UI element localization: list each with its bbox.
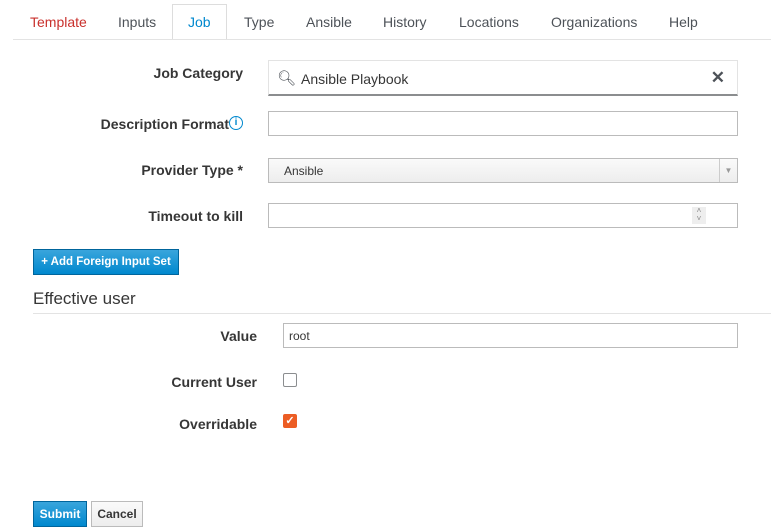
tab-organizations[interactable]: Organizations	[551, 5, 637, 39]
tab-ansible[interactable]: Ansible	[306, 5, 352, 39]
effective-user-value-input[interactable]: root	[283, 323, 738, 348]
timeout-label: Timeout to kill	[148, 208, 243, 224]
add-foreign-input-set-button[interactable]: + Add Foreign Input Set	[33, 249, 179, 275]
spinner-icon[interactable]: ˄ ˅	[692, 207, 706, 224]
tab-locations[interactable]: Locations	[459, 5, 519, 39]
tab-divider	[13, 39, 771, 40]
provider-type-select[interactable]: Ansible ▼	[268, 158, 738, 183]
provider-type-value: Ansible	[284, 164, 324, 178]
tab-help[interactable]: Help	[669, 5, 698, 39]
cancel-button[interactable]: Cancel	[91, 501, 143, 527]
submit-button[interactable]: Submit	[33, 501, 87, 527]
job-category-select[interactable]: 🔍︎ Ansible Playbook ✕	[268, 60, 738, 96]
timeout-input[interactable]: ˄ ˅	[268, 203, 738, 228]
job-category-label: Job Category	[153, 65, 243, 81]
effective-user-value: root	[289, 329, 310, 343]
overridable-label: Overridable	[179, 416, 257, 432]
tab-inputs[interactable]: Inputs	[118, 5, 156, 39]
chevron-down-icon: ▼	[719, 159, 737, 182]
tab-template[interactable]: Template	[30, 5, 87, 39]
description-format-label: Description Format	[100, 116, 229, 132]
current-user-label: Current User	[171, 374, 257, 390]
checkmark-icon: ✓	[285, 415, 295, 427]
current-user-checkbox[interactable]	[283, 373, 297, 387]
effective-user-heading: Effective user	[33, 289, 136, 308]
tab-history[interactable]: History	[383, 5, 427, 39]
provider-type-label: Provider Type *	[141, 162, 243, 178]
tab-type[interactable]: Type	[244, 5, 274, 39]
tab-job[interactable]: Job	[172, 4, 227, 40]
job-category-value: Ansible Playbook	[301, 71, 409, 87]
clear-icon[interactable]: ✕	[711, 68, 725, 88]
search-icon: 🔍︎	[277, 70, 297, 87]
info-icon[interactable]: i	[229, 116, 243, 130]
value-label: Value	[220, 328, 257, 344]
section-divider	[33, 313, 771, 314]
overridable-checkbox[interactable]: ✓	[283, 414, 297, 428]
description-format-input[interactable]	[268, 111, 738, 136]
